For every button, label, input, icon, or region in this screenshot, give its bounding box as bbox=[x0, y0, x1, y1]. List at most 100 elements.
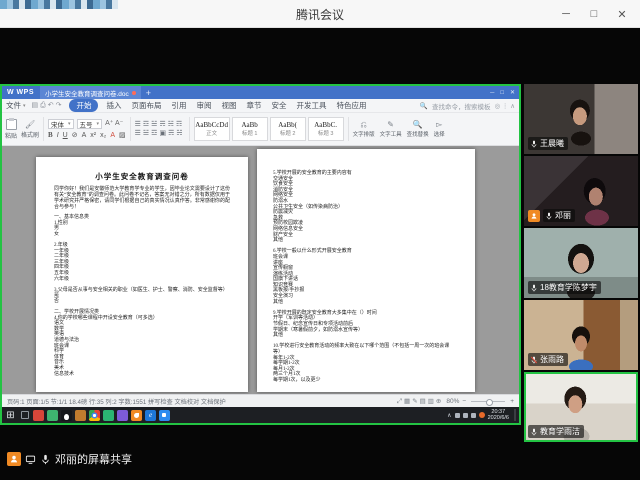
share-caption-text: 邓丽的屏幕共享 bbox=[55, 451, 132, 467]
document-tab-title: 小学生安全教育调查问卷.doc bbox=[45, 88, 129, 98]
style-heading3: AaBbC.标题 3 bbox=[308, 117, 344, 141]
document-body-page2: 5.学校开展的安全教育的主要内容有 交通安全 饮食安全 消防安全 网络安全 防溺… bbox=[273, 171, 459, 384]
font-style-buttons: BIU⊘Ax²x₂A▨ bbox=[48, 131, 126, 139]
style-gallery: AaBbCcDd正文 AaBb标题 1 AaBb(标题 2 AaBbC.标题 3 bbox=[194, 115, 344, 143]
window-controls: ─ □ ✕ bbox=[554, 4, 634, 24]
share-caption: 邓丽的屏幕共享 bbox=[7, 451, 132, 467]
titlebar: 腾讯会议 ─ □ ✕ bbox=[0, 0, 640, 28]
ribbon-tab-featured-apps: 特色应用 bbox=[334, 100, 368, 111]
format-painter-icon: 🖌 bbox=[25, 120, 35, 129]
tencent-meeting-icon bbox=[159, 410, 170, 421]
ribbon-tab-view: 视图 bbox=[219, 100, 238, 111]
wps-menubar: 文件▾ ▤⎙↶↷ 开始 插入 页面布局 引用 审阅 视图 章节 安全 开发工具 … bbox=[2, 99, 519, 113]
task-view-button bbox=[19, 410, 30, 421]
participant-tile-1[interactable]: 王晨曦 bbox=[524, 84, 638, 154]
chrome-icon bbox=[89, 410, 100, 421]
paste-icon bbox=[6, 119, 17, 130]
tray-icon bbox=[463, 413, 468, 418]
wps-titlebar: W WPS 小学生安全教育调查问卷.doc + ─□✕ bbox=[2, 86, 519, 99]
participant-name: 张雨路 bbox=[540, 354, 564, 365]
mic-icon bbox=[530, 284, 538, 292]
tray-orange-icon bbox=[479, 412, 485, 418]
mic-icon bbox=[530, 428, 538, 436]
app-amber-icon bbox=[75, 410, 86, 421]
maximize-button[interactable]: □ bbox=[582, 4, 606, 24]
qq-icon bbox=[61, 410, 72, 421]
participant-tile-3[interactable]: 18教育学陈梦宇 bbox=[524, 228, 638, 298]
windows-taskbar: ⊞ e ∧ 20:37 bbox=[2, 407, 519, 423]
style-heading2: AaBb(标题 2 bbox=[270, 117, 306, 141]
toolbar-tools: ⎌文字排版 ✎文字工具 🔍查找替换 ▻选择 bbox=[353, 115, 445, 143]
window-title: 腾讯会议 bbox=[0, 6, 640, 23]
start-button: ⊞ bbox=[5, 410, 16, 421]
style-heading1: AaBb标题 1 bbox=[232, 117, 268, 141]
font-size-select: 五号▾ bbox=[77, 119, 103, 129]
status-info: 页码:1 页面:1/5 节:1/1 18.4磅 行:35 列:2 字数:1551… bbox=[7, 397, 226, 406]
system-tray: ∧ 20:37 2020/6/6 bbox=[447, 409, 516, 421]
document-body-page1: 一、基本信息类 1.性别 男 女 2.年级 一年级 二年级 三年级 四年级 五年… bbox=[54, 215, 230, 377]
wps-document-tab: 小学生安全教育调查问卷.doc bbox=[40, 86, 141, 99]
participant-tile-4[interactable]: 张雨路 bbox=[524, 300, 638, 370]
select-tool: ▻选择 bbox=[434, 121, 445, 138]
participant-name: 王晨曦 bbox=[540, 138, 564, 149]
document-title: 小学生安全教育调查问卷 bbox=[54, 171, 230, 182]
taskbar-clock: 20:37 2020/6/6 bbox=[488, 409, 509, 421]
wechat-icon bbox=[47, 410, 58, 421]
app-violet-icon bbox=[117, 410, 128, 421]
sharer-person-icon bbox=[7, 452, 21, 466]
close-button[interactable]: ✕ bbox=[610, 4, 634, 24]
file-menu: 文件▾ bbox=[6, 100, 26, 111]
zoom-slider bbox=[471, 401, 505, 402]
style-normal: AaBbCcDd正文 bbox=[194, 117, 230, 141]
ribbon-tab-home: 开始 bbox=[69, 99, 98, 112]
mic-icon bbox=[40, 454, 51, 465]
app-teal-icon bbox=[103, 410, 114, 421]
show-desktop-button bbox=[514, 409, 516, 421]
paragraph-group: ☰☲☱☴☵☶☰☱☲▣☴☵ bbox=[135, 115, 185, 143]
font-name-select: 宋体▾ bbox=[48, 119, 74, 129]
view-mode-icons: ⤢▦✎▤▥⊕ bbox=[397, 397, 444, 406]
wps-statusbar: 页码:1 页面:1/5 节:1/1 18.4磅 行:35 列:2 字数:1551… bbox=[2, 394, 519, 407]
ribbon-tab-security: 安全 bbox=[269, 100, 288, 111]
tray-icon bbox=[471, 413, 476, 418]
zoom-level: 80% bbox=[446, 398, 459, 405]
zoom-in-button: + bbox=[510, 398, 514, 405]
find-replace-tool: 🔍查找替换 bbox=[407, 121, 429, 138]
ribbon-tab-review: 审阅 bbox=[194, 100, 213, 111]
paste-group: 粘贴 bbox=[5, 115, 17, 143]
document-canvas: 小学生安全教育调查问卷 同学你好！我们是安徽师范大学教育学专业的学生，因毕业论文… bbox=[2, 146, 519, 394]
app-red-icon bbox=[33, 410, 44, 421]
mic-icon bbox=[530, 140, 538, 148]
ribbon-tab-references: 引用 bbox=[169, 100, 188, 111]
help-icon: ◎ ⋮ ∧ bbox=[494, 102, 515, 110]
font-group: 宋体▾ 五号▾ A⁺ A⁻ BIU⊘Ax²x₂A▨ bbox=[48, 115, 126, 143]
text-layout-tool: ⎌文字排版 bbox=[353, 121, 375, 138]
meeting-window: 腾讯会议 ─ □ ✕ W WPS 小学生安全教育调查问卷.doc + ─□✕ 文… bbox=[0, 0, 640, 480]
ribbon-tab-page-layout: 页面布局 bbox=[129, 100, 163, 111]
tray-expand-icon: ∧ bbox=[447, 412, 451, 419]
quick-access-icons: ▤⎙↶↷ bbox=[32, 101, 64, 110]
wps-logo: W WPS bbox=[7, 89, 34, 96]
zoom-out-button: − bbox=[462, 398, 466, 405]
sogou-icon bbox=[131, 410, 142, 421]
text-tool: ✎文字工具 bbox=[380, 121, 402, 138]
wps-window-controls: ─□✕ bbox=[490, 86, 515, 99]
document-page-1: 小学生安全教育调查问卷 同学你好！我们是安徽师范大学教育学专业的学生，因毕业论文… bbox=[36, 157, 248, 392]
screen-share-icon bbox=[25, 454, 36, 465]
edge-icon: e bbox=[145, 410, 156, 421]
participant-tile-5[interactable]: 教育学雨洁 bbox=[524, 372, 638, 442]
tray-icon bbox=[455, 413, 460, 418]
unsaved-dot-icon bbox=[132, 91, 136, 95]
minimize-button[interactable]: ─ bbox=[554, 4, 578, 24]
screen-sharer-badge-icon bbox=[528, 210, 540, 222]
participant-name: 邓丽 bbox=[555, 210, 571, 221]
ribbon-tab-dev-tools: 开发工具 bbox=[294, 100, 328, 111]
mic-muted-icon bbox=[530, 356, 538, 364]
ribbon-tab-insert: 插入 bbox=[104, 100, 123, 111]
participant-name: 教育学雨洁 bbox=[540, 426, 580, 437]
wps-format-toolbar: 粘贴 🖌 格式刷 宋体▾ 五号▾ A⁺ A⁻ BIU⊘Ax²x₂A▨ bbox=[2, 113, 519, 146]
participant-tile-2[interactable]: 邓丽 bbox=[524, 156, 638, 226]
document-intro: 同学你好！我们是安徽师范大学教育学专业的学生，因毕业论文需要设计了这份有关“安全… bbox=[54, 187, 230, 211]
screen-share-region: W WPS 小学生安全教育调查问卷.doc + ─□✕ 文件▾ ▤⎙↶↷ 开始 … bbox=[0, 84, 521, 425]
mic-icon bbox=[545, 212, 553, 220]
